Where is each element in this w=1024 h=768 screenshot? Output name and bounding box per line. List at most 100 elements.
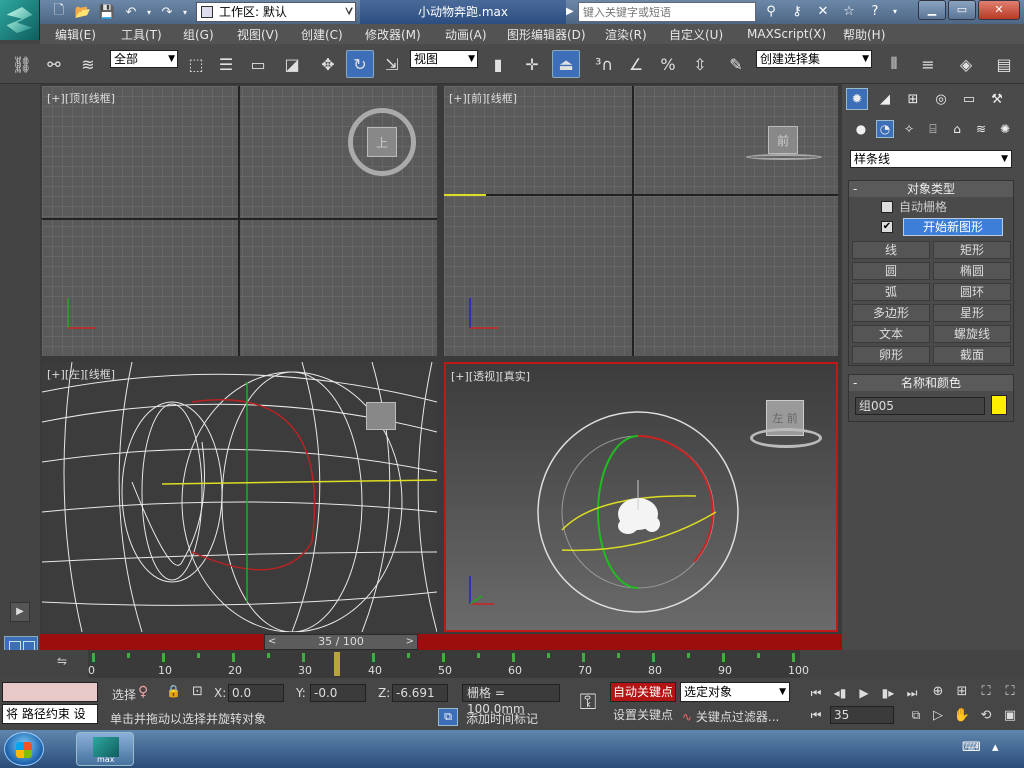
viewport-shading[interactable]: [线框]: [84, 368, 115, 381]
viewcube-face[interactable]: 上: [367, 127, 397, 157]
geometry-icon[interactable]: ●: [852, 120, 870, 138]
current-frame-field[interactable]: 35: [830, 706, 894, 724]
keyboard-icon[interactable]: ⌨: [962, 740, 981, 755]
start-new-shape-checkbox[interactable]: ✔: [881, 221, 893, 233]
line-button[interactable]: 线: [852, 241, 930, 259]
viewport-label[interactable]: [+][前][线框]: [449, 90, 517, 106]
selection-filter-select[interactable]: 全部 ▼: [110, 50, 178, 68]
key-filters-button[interactable]: ∿ 关键点过滤器...: [682, 708, 792, 726]
link-icon[interactable]: ⛓: [8, 50, 36, 78]
time-config-icon[interactable]: ⧉: [906, 706, 926, 724]
viewport-label[interactable]: [+][透视][真实]: [451, 368, 530, 384]
egg-button[interactable]: 卵形: [852, 346, 930, 364]
help-dropdown-icon[interactable]: ▾: [890, 2, 900, 22]
select-object-icon[interactable]: ⬚: [182, 50, 210, 78]
track-scale[interactable]: 0 10 20 30 40 50 60 70 80 90 100: [88, 650, 809, 678]
angle-snap-icon[interactable]: ∠: [622, 50, 650, 78]
ribbon-toggle-icon[interactable]: ▤: [990, 50, 1018, 78]
viewport-top[interactable]: [+][顶][线框] 上: [42, 86, 437, 356]
shapes-icon[interactable]: ◔: [876, 120, 894, 138]
named-selection-select[interactable]: 创建选择集 ▼: [756, 50, 872, 68]
menu-create[interactable]: 创建(C): [286, 26, 350, 43]
key-mode-icon[interactable]: ⏮: [806, 706, 826, 724]
zoom-icon[interactable]: ⊕: [928, 682, 948, 702]
close-button[interactable]: ✕: [978, 0, 1020, 20]
lights-icon[interactable]: ✧: [900, 120, 918, 138]
previous-key-icon[interactable]: ◂▮: [830, 684, 850, 702]
helpers-icon[interactable]: ⌂: [948, 120, 966, 138]
viewcube[interactable]: 左 前: [750, 396, 822, 450]
layer-manager-icon[interactable]: ◈: [952, 50, 980, 78]
rectangle-button[interactable]: 矩形: [933, 241, 1011, 259]
viewport-label[interactable]: [+][顶][线框]: [47, 90, 115, 106]
prev-frame-arrow[interactable]: <: [268, 635, 276, 649]
rectangular-selection-icon[interactable]: ▭: [244, 50, 272, 78]
spline-path[interactable]: [444, 194, 486, 196]
absolute-mode-icon[interactable]: ⊡: [192, 684, 203, 699]
menu-animation[interactable]: 动画(A): [430, 26, 492, 43]
lock-selection-icon[interactable]: 🔒: [166, 684, 181, 698]
viewport-menu[interactable]: [+]: [47, 368, 65, 381]
ngon-button[interactable]: 多边形: [852, 304, 930, 322]
spacewarps-icon[interactable]: ≋: [972, 120, 990, 138]
viewport-view-name[interactable]: [左]: [65, 368, 85, 381]
undo-dropdown-icon[interactable]: ▾: [144, 3, 154, 21]
search-expand-icon[interactable]: ▶: [566, 6, 574, 17]
time-tag-icon[interactable]: ⧉: [438, 708, 458, 726]
new-file-icon[interactable]: 🗋: [48, 3, 70, 21]
percent-snap-icon[interactable]: %: [654, 50, 682, 78]
next-key-icon[interactable]: ▮▸: [878, 684, 898, 702]
object-name-field[interactable]: 组005: [855, 397, 985, 415]
align-icon[interactable]: ≡: [914, 50, 942, 78]
select-by-name-icon[interactable]: ☰: [212, 50, 240, 78]
hierarchy-tab-icon[interactable]: ⊞: [902, 88, 924, 110]
redo-icon[interactable]: ↷: [156, 3, 178, 21]
go-to-end-icon[interactable]: ⏭: [902, 684, 922, 702]
menu-maxscript[interactable]: MAXScript(X): [732, 27, 828, 41]
z-coordinate-field[interactable]: -6.691: [392, 684, 448, 702]
display-tab-icon[interactable]: ▭: [958, 88, 980, 110]
start-button[interactable]: [4, 732, 44, 766]
viewport-view-name[interactable]: [透视]: [469, 370, 500, 383]
viewport-menu[interactable]: [+]: [449, 92, 467, 105]
set-key-icon[interactable]: ⚿: [570, 688, 606, 718]
help-icon[interactable]: ?: [864, 2, 886, 22]
viewport-left[interactable]: [+][左][线框]: [42, 362, 437, 632]
orbit-icon[interactable]: ⟲: [976, 706, 996, 726]
play-icon[interactable]: ▶: [10, 602, 30, 622]
manipulate-icon[interactable]: ✛: [518, 50, 546, 78]
select-move-icon[interactable]: ✥: [314, 50, 342, 78]
save-icon[interactable]: 💾: [96, 3, 118, 21]
tray-arrow-icon[interactable]: ▴: [992, 740, 999, 755]
maximize-button[interactable]: ▭: [948, 0, 976, 20]
workspace-select[interactable]: 工作区: 默认 ▼: [196, 2, 356, 22]
systems-icon[interactable]: ✺: [996, 120, 1014, 138]
rollout-header[interactable]: - 对象类型: [849, 181, 1013, 197]
motion-tab-icon[interactable]: ◎: [930, 88, 952, 110]
app-menu-button[interactable]: [0, 0, 40, 40]
viewport-menu[interactable]: [+]: [47, 92, 65, 105]
menu-customize[interactable]: 自定义(U): [654, 26, 732, 43]
time-cursor[interactable]: [334, 652, 340, 676]
spinner-snap-icon[interactable]: ⇳: [686, 50, 714, 78]
section-button[interactable]: 截面: [933, 346, 1011, 364]
menu-tools[interactable]: 工具(T): [106, 26, 168, 43]
circle-button[interactable]: 圆: [852, 262, 930, 280]
subscription-icon[interactable]: ✕: [812, 2, 834, 22]
select-scale-icon[interactable]: ⇲: [378, 50, 406, 78]
menu-help[interactable]: 帮助(H): [828, 26, 898, 43]
undo-icon[interactable]: ↶: [120, 3, 142, 21]
x-coordinate-field[interactable]: 0.0: [228, 684, 284, 702]
object-color-swatch[interactable]: [991, 395, 1007, 415]
viewcube-face[interactable]: 前: [768, 126, 798, 154]
qat-customize-icon[interactable]: ▼: [345, 3, 353, 14]
maxscript-listener-output[interactable]: [2, 682, 98, 702]
maxscript-listener-input[interactable]: 将 路径约束 设: [2, 704, 98, 724]
zoom-all-icon[interactable]: ⊞: [952, 682, 972, 702]
set-key-button[interactable]: 设置关键点: [610, 706, 676, 726]
redo-dropdown-icon[interactable]: ▾: [180, 3, 190, 21]
add-time-tag-button[interactable]: 添加时间标记: [466, 710, 538, 727]
menu-modifiers[interactable]: 修改器(M): [350, 26, 430, 43]
donut-button[interactable]: 圆环: [933, 283, 1011, 301]
binoculars-icon[interactable]: ⚲: [760, 2, 782, 22]
